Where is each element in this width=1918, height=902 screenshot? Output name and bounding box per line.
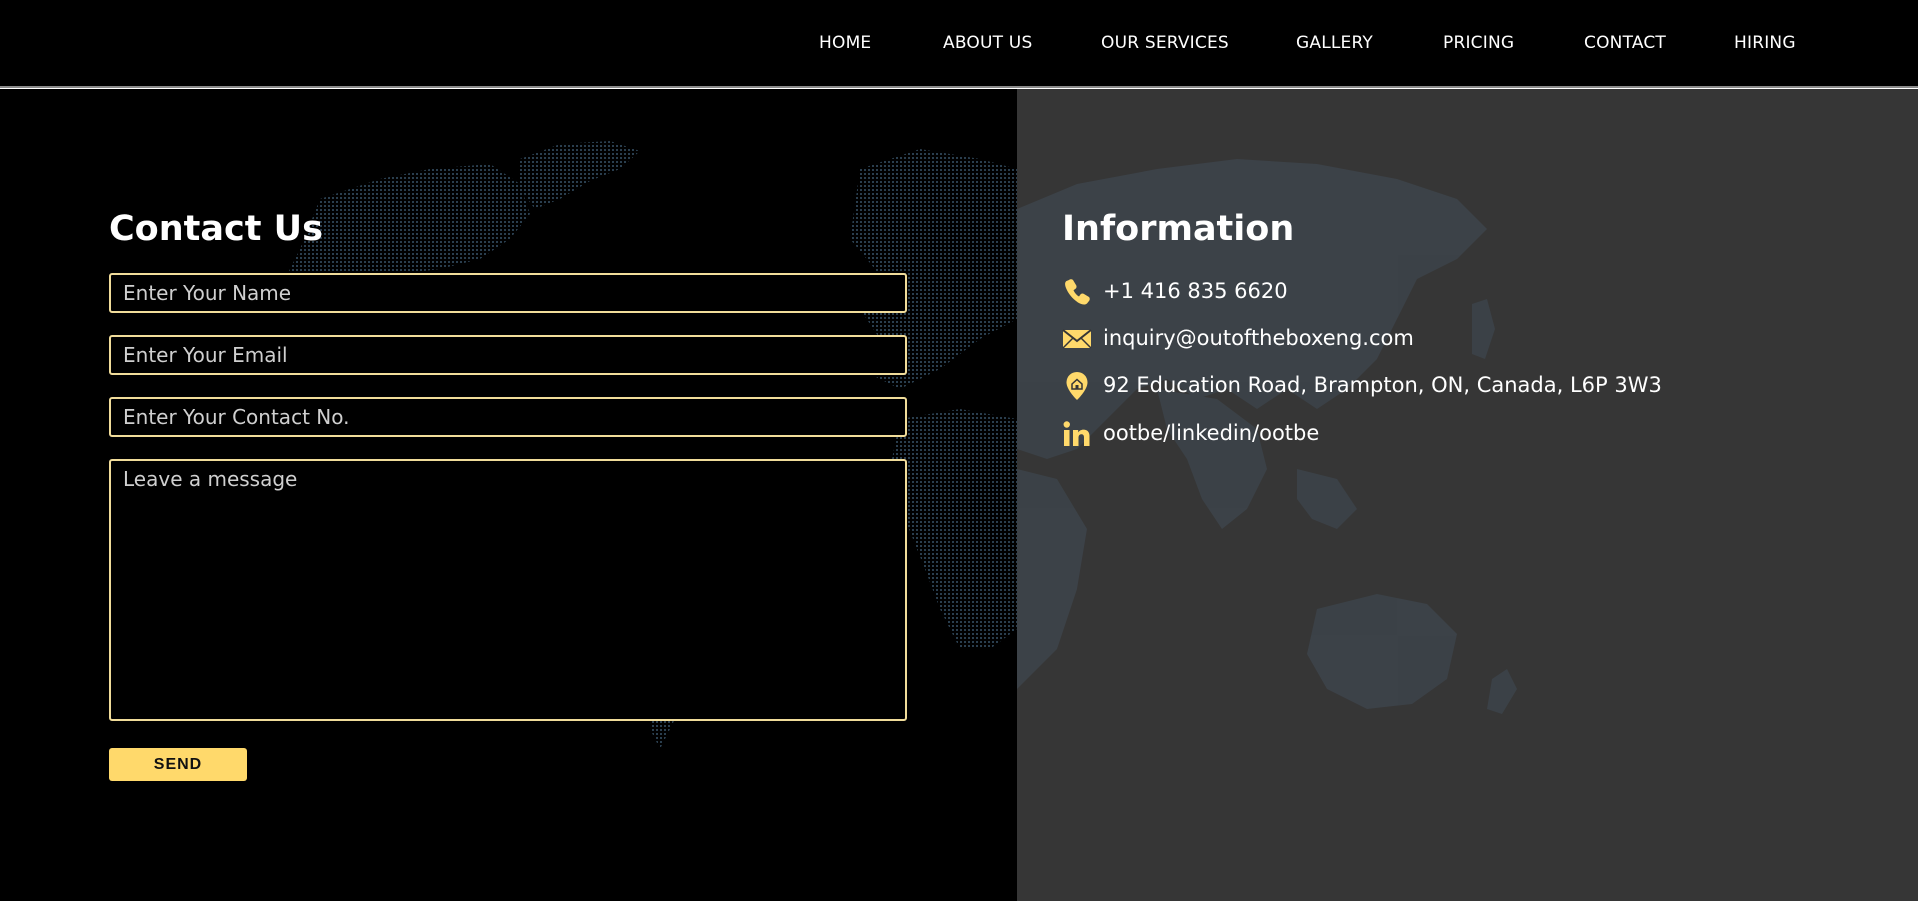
top-navigation-bar: HOME ABOUT US OUR SERVICES GALLERY PRICI… (0, 0, 1918, 88)
nav-contact[interactable]: CONTACT (1584, 33, 1666, 53)
info-linkedin-row: ootbe/linkedin/ootbe (1062, 417, 1862, 451)
contact-form-panel: Contact Us SEND (0, 89, 1017, 901)
address-text: 92 Education Road, Brampton, ON, Canada,… (1103, 373, 1662, 397)
name-input[interactable] (109, 273, 907, 313)
nav-hiring[interactable]: HIRING (1734, 33, 1796, 53)
linkedin-link[interactable]: ootbe/linkedin/ootbe (1103, 421, 1319, 445)
nav-our-services[interactable]: OUR SERVICES (1101, 33, 1229, 53)
info-email-row: inquiry@outoftheboxeng.com (1062, 322, 1862, 356)
info-address-row: 92 Education Road, Brampton, ON, Canada,… (1062, 369, 1862, 403)
location-pin-icon (1066, 372, 1088, 400)
nav-home[interactable]: HOME (819, 33, 871, 53)
nav-pricing[interactable]: PRICING (1443, 33, 1514, 53)
envelope-icon (1062, 329, 1092, 349)
contact-number-input[interactable] (109, 397, 907, 437)
email-input[interactable] (109, 335, 907, 375)
nav-about-us[interactable]: ABOUT US (943, 33, 1032, 53)
information-title: Information (1062, 209, 1295, 249)
information-panel: Information +1 416 835 6620 inquiry@outo… (1017, 89, 1918, 901)
email-link[interactable]: inquiry@outoftheboxeng.com (1103, 326, 1414, 350)
phone-icon (1065, 279, 1090, 305)
contact-form-title: Contact Us (109, 209, 323, 249)
main-nav: HOME ABOUT US OUR SERVICES GALLERY PRICI… (0, 0, 1918, 88)
info-phone-row: +1 416 835 6620 (1062, 275, 1862, 309)
nav-gallery[interactable]: GALLERY (1296, 33, 1373, 53)
linkedin-icon (1063, 421, 1090, 446)
message-textarea[interactable] (109, 459, 907, 721)
send-button[interactable]: SEND (109, 748, 247, 781)
phone-number-text: +1 416 835 6620 (1103, 279, 1288, 303)
